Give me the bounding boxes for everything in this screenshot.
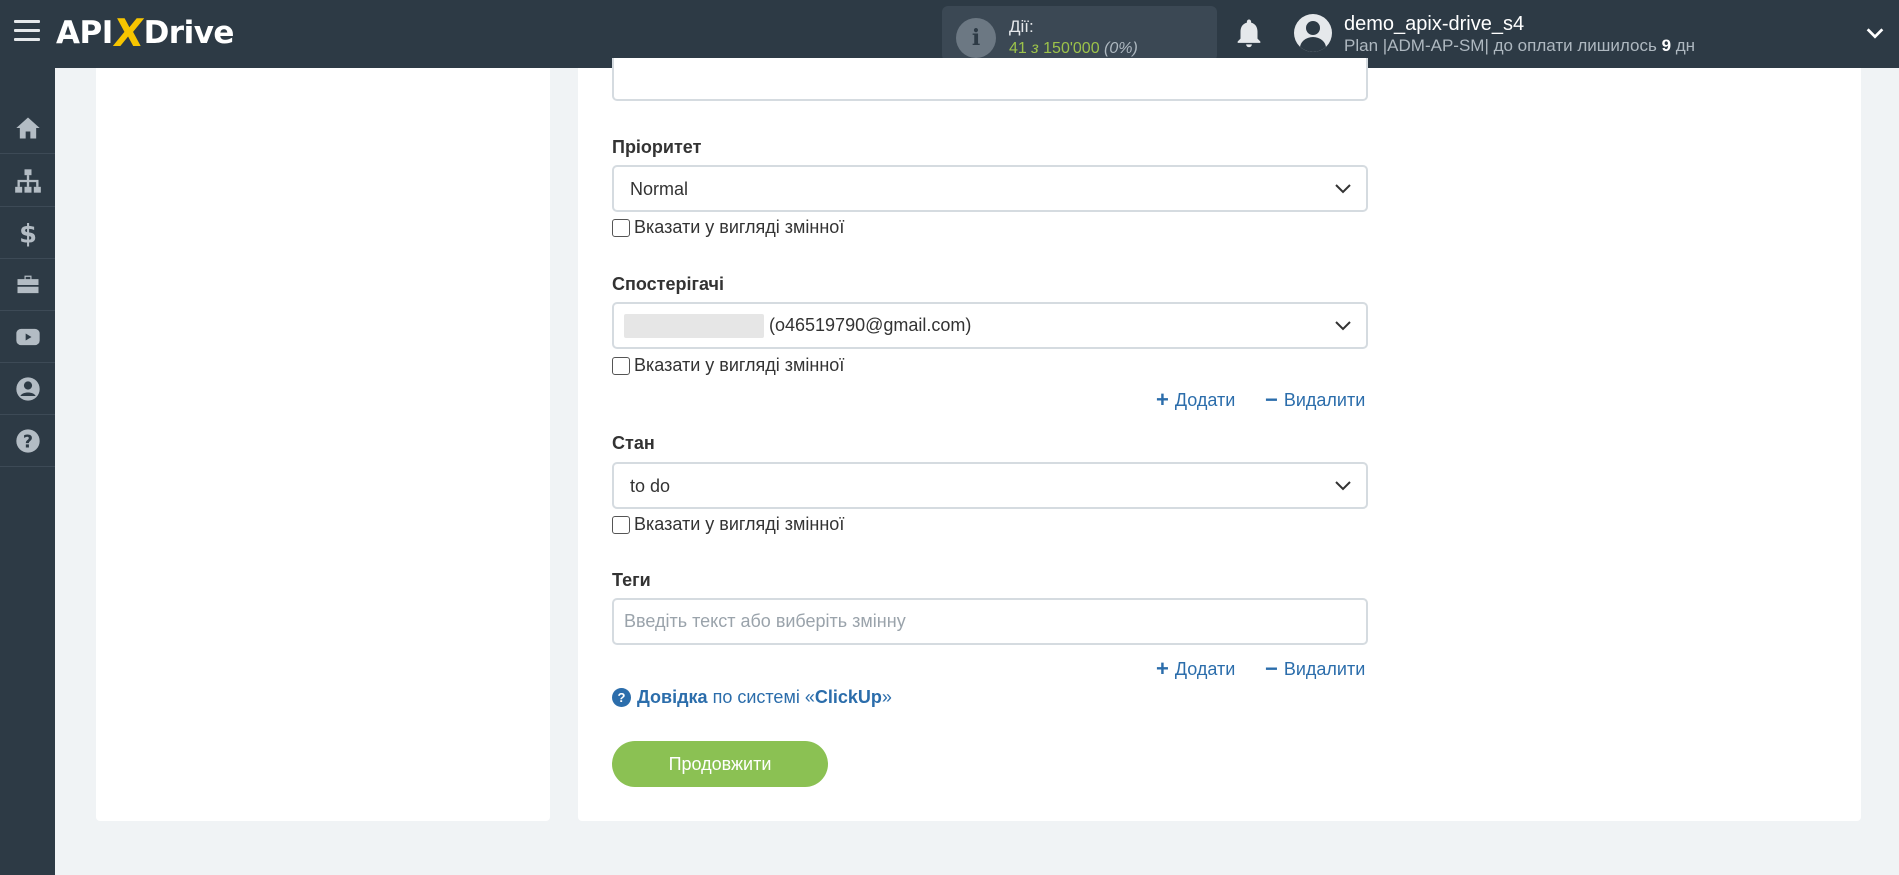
username[interactable]: demo_apix-drive_s4 xyxy=(1344,13,1524,36)
sidebar-item-profile[interactable] xyxy=(0,363,55,415)
actions-count: 41 з 150'000 (0%) xyxy=(1009,40,1138,57)
actions-label: Дії: xyxy=(1009,17,1034,36)
status-select[interactable]: to do xyxy=(612,462,1368,509)
chevron-down-icon xyxy=(1335,321,1351,331)
sidebar-item-connections[interactable] xyxy=(0,155,55,207)
checkbox[interactable] xyxy=(612,218,630,237)
sidebar-item-help[interactable]: ? xyxy=(0,415,55,467)
question-circle-icon: ? xyxy=(15,428,40,453)
checkbox[interactable] xyxy=(612,515,630,534)
watchers-select[interactable]: (o46519790@gmail.com) xyxy=(612,302,1368,349)
priority-label: Пріоритет xyxy=(612,137,702,157)
home-icon xyxy=(15,117,40,138)
plus-icon: + xyxy=(1156,656,1169,681)
previous-field-input[interactable] xyxy=(612,58,1368,101)
chevron-down-icon xyxy=(1335,184,1351,194)
priority-variable-checkbox[interactable]: Вказати у вигляді змінної xyxy=(612,217,844,238)
priority-select[interactable]: Normal xyxy=(612,165,1368,212)
minus-icon: − xyxy=(1265,656,1278,681)
priority-value: Normal xyxy=(630,179,689,199)
status-value: to do xyxy=(630,476,671,496)
tags-add-button[interactable]: + Додати xyxy=(1156,658,1235,680)
sidebar-item-billing[interactable]: $ xyxy=(0,207,55,259)
watcher-email: (o46519790@gmail.com) xyxy=(769,314,972,335)
chevron-down-icon[interactable] xyxy=(1864,22,1886,44)
svg-text:?: ? xyxy=(22,432,32,452)
plan-info: Plan |ADM-AP-SM| до оплати лишилось 9 дн xyxy=(1344,36,1696,55)
tags-input[interactable] xyxy=(614,600,1366,643)
plus-icon: + xyxy=(1156,387,1169,412)
sidebar-item-home[interactable] xyxy=(0,102,55,154)
avatar[interactable] xyxy=(1294,14,1332,52)
continue-button[interactable]: Продовжити xyxy=(612,741,828,787)
status-label: Стан xyxy=(612,433,655,453)
svg-text:$: $ xyxy=(19,219,37,247)
watchers-remove-button[interactable]: − Видалити xyxy=(1265,389,1365,411)
tags-remove-button[interactable]: − Видалити xyxy=(1265,658,1365,680)
info-icon: i xyxy=(956,18,996,58)
question-circle-icon: ? xyxy=(612,688,631,707)
user-circle-icon xyxy=(15,376,40,401)
status-variable-checkbox[interactable]: Вказати у вигляді змінної xyxy=(612,514,844,535)
watchers-variable-checkbox[interactable]: Вказати у вигляді змінної xyxy=(612,355,844,376)
sidebar: $ ? xyxy=(0,68,55,875)
chevron-down-icon xyxy=(1335,481,1351,491)
minus-icon: − xyxy=(1265,387,1278,412)
actions-counter: i Дії: 41 з 150'000 (0%) xyxy=(942,6,1217,61)
redacted-name xyxy=(624,314,764,338)
tags-input-wrapper[interactable] xyxy=(612,598,1368,645)
sidebar-item-services[interactable] xyxy=(0,259,55,311)
bell-icon[interactable] xyxy=(1232,16,1266,50)
watchers-add-button[interactable]: + Додати xyxy=(1156,389,1235,411)
apix-drive-logo[interactable]: API X Drive xyxy=(56,10,234,56)
youtube-icon xyxy=(15,328,40,345)
checkbox[interactable] xyxy=(612,356,630,375)
help-link[interactable]: ? Довідка по системі «ClickUp» xyxy=(612,687,892,708)
dollar-icon: $ xyxy=(19,219,37,247)
left-panel xyxy=(96,68,550,821)
tags-label: Теги xyxy=(612,570,651,590)
sidebar-item-video[interactable] xyxy=(0,311,55,363)
sitemap-icon xyxy=(14,168,41,193)
menu-icon[interactable] xyxy=(14,20,40,46)
watchers-label: Спостерігачі xyxy=(612,274,724,294)
briefcase-icon xyxy=(17,275,38,293)
